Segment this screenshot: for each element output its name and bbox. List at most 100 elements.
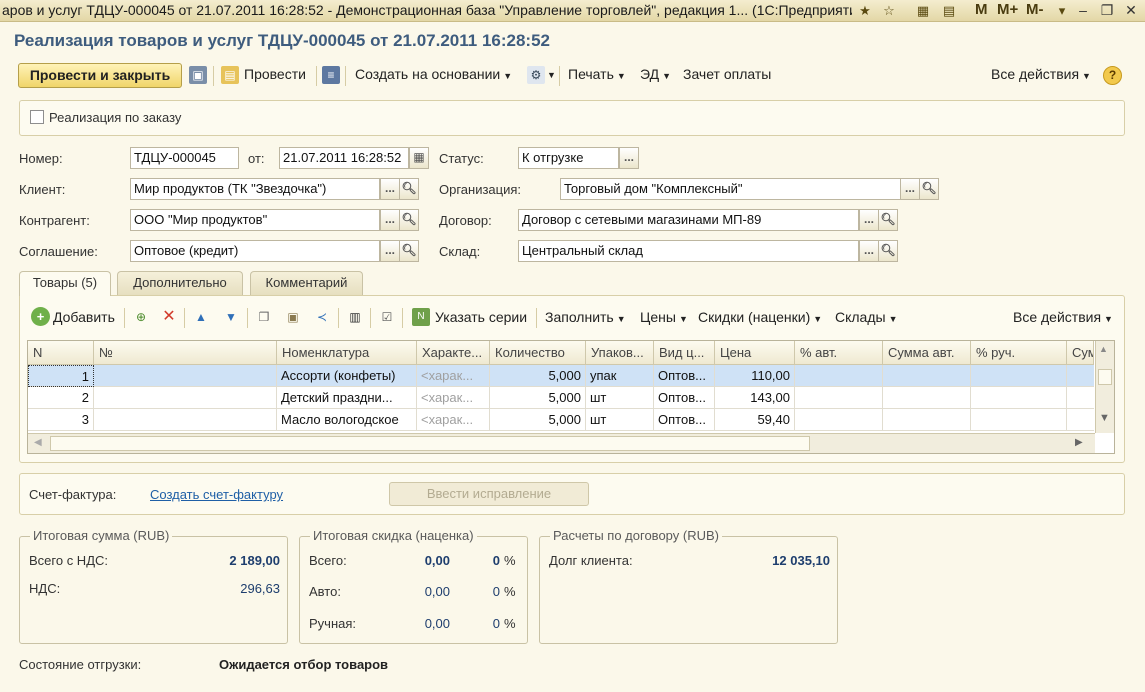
- row-code-cell[interactable]: [94, 387, 277, 409]
- save-icon[interactable]: ▣: [189, 66, 207, 84]
- row-nomenclature-cell[interactable]: Масло вологодское: [277, 409, 417, 431]
- prices-button[interactable]: Цены ▼: [640, 309, 688, 325]
- post-and-close-button[interactable]: Провести и закрыть: [18, 63, 182, 88]
- row-auto-pct-cell[interactable]: [795, 387, 883, 409]
- number-field[interactable]: ТДЦУ-000045: [130, 147, 239, 169]
- row-package-cell[interactable]: шт: [586, 409, 654, 431]
- row-auto-sum-cell[interactable]: [883, 409, 971, 431]
- create-invoice-link[interactable]: Создать счет-фактуру: [150, 487, 283, 502]
- vertical-scrollbar[interactable]: ▲ ▼: [1095, 341, 1114, 433]
- date-field[interactable]: 21.07.2011 16:28:52: [279, 147, 409, 169]
- row-manual-pct-cell[interactable]: [971, 387, 1067, 409]
- table-row[interactable]: 1 Ассорти (конфеты) <харак... 5,000 упак…: [28, 365, 1094, 387]
- column-header-quantity[interactable]: Количество: [490, 341, 586, 365]
- agreement-field[interactable]: Оптовое (кредит): [130, 240, 380, 262]
- move-down-icon[interactable]: ▼: [222, 308, 240, 326]
- create-based-on-button[interactable]: Создать на основании ▼: [355, 66, 512, 82]
- row-number-cell[interactable]: 3: [28, 409, 94, 431]
- status-field[interactable]: К отгрузке: [518, 147, 619, 169]
- row-auto-pct-cell[interactable]: [795, 365, 883, 387]
- delete-icon[interactable]: ✕: [160, 308, 178, 326]
- chevron-down-icon[interactable]: ▼: [547, 70, 556, 80]
- help-icon[interactable]: ?: [1103, 66, 1122, 85]
- scroll-left-icon[interactable]: ◀: [34, 437, 42, 448]
- scroll-up-icon[interactable]: ▲: [1099, 344, 1108, 354]
- column-header-auto-pct[interactable]: % авт.: [795, 341, 883, 365]
- hscrollbar-thumb[interactable]: [50, 436, 810, 451]
- warehouses-button[interactable]: Склады ▼: [835, 309, 898, 325]
- fill-button[interactable]: Заполнить ▼: [545, 309, 626, 325]
- row-quantity-cell[interactable]: 5,000: [490, 387, 586, 409]
- column-header-number[interactable]: №: [94, 341, 277, 365]
- client-field[interactable]: Мир продуктов (ТК "Звездочка"): [130, 178, 380, 200]
- column-header-price-type[interactable]: Вид ц...: [654, 341, 715, 365]
- memory-m-button[interactable]: M: [975, 1, 988, 18]
- history-icon[interactable]: ☆: [880, 2, 898, 20]
- search-icon[interactable]: 🔍︎: [919, 178, 939, 200]
- search-icon[interactable]: 🔍︎: [878, 240, 898, 262]
- contract-select-button[interactable]: ...: [859, 209, 879, 231]
- post-button[interactable]: Провести: [244, 66, 306, 82]
- search-icon[interactable]: 🔍︎: [878, 209, 898, 231]
- row-code-cell[interactable]: [94, 365, 277, 387]
- by-order-checkbox[interactable]: [30, 110, 44, 124]
- row-auto-sum-cell[interactable]: [883, 387, 971, 409]
- enter-correction-button[interactable]: Ввести исправление: [389, 482, 589, 506]
- row-nomenclature-cell[interactable]: Детский праздни...: [277, 387, 417, 409]
- column-header-auto-sum[interactable]: Сумма авт.: [883, 341, 971, 365]
- specify-series-button[interactable]: Указать серии: [435, 309, 527, 325]
- row-number-cell[interactable]: 1: [28, 365, 94, 387]
- row-number-cell[interactable]: 2: [28, 387, 94, 409]
- row-price-cell[interactable]: 143,00: [715, 387, 795, 409]
- warehouse-select-button[interactable]: ...: [859, 240, 879, 262]
- payment-offset-button[interactable]: Зачет оплаты: [683, 66, 771, 82]
- row-package-cell[interactable]: упак: [586, 365, 654, 387]
- pick-icon[interactable]: ☑: [378, 308, 396, 326]
- column-header-price[interactable]: Цена: [715, 341, 795, 365]
- horizontal-scrollbar[interactable]: ◀ ▶: [28, 433, 1095, 453]
- tab-additional[interactable]: Дополнительно: [117, 271, 243, 295]
- client-select-button[interactable]: ...: [380, 178, 400, 200]
- row-characteristic-cell[interactable]: <харак...: [417, 409, 490, 431]
- counterparty-field[interactable]: ООО "Мир продуктов": [130, 209, 380, 231]
- column-header-package[interactable]: Упаков...: [586, 341, 654, 365]
- scroll-down-icon[interactable]: ▼: [1099, 412, 1110, 424]
- dropdown-icon[interactable]: ▾: [1053, 2, 1071, 20]
- table-all-actions-button[interactable]: Все действия ▼: [1013, 309, 1113, 325]
- add-icon[interactable]: +: [31, 307, 50, 326]
- row-auto-pct-cell[interactable]: [795, 409, 883, 431]
- favorite-icon[interactable]: ★: [856, 2, 874, 20]
- row-manual-pct-cell[interactable]: [971, 365, 1067, 387]
- scroll-right-icon[interactable]: ▶: [1075, 437, 1083, 448]
- column-header-manual-sum[interactable]: Сум: [1067, 341, 1094, 365]
- split-icon[interactable]: ≺: [313, 308, 331, 326]
- column-header-characteristic[interactable]: Характе...: [417, 341, 490, 365]
- row-price-cell[interactable]: 110,00: [715, 365, 795, 387]
- agreement-select-button[interactable]: ...: [380, 240, 400, 262]
- tab-goods[interactable]: Товары (5): [19, 271, 111, 296]
- table-row[interactable]: 2 Детский праздни... <харак... 5,000 шт …: [28, 387, 1094, 409]
- table-row[interactable]: 3 Масло вологодское <харак... 5,000 шт О…: [28, 409, 1094, 431]
- row-price-type-cell[interactable]: Оптов...: [654, 409, 715, 431]
- goods-table[interactable]: N № Номенклатура Характе... Количество У…: [27, 340, 1115, 454]
- row-package-cell[interactable]: шт: [586, 387, 654, 409]
- row-manual-pct-cell[interactable]: [971, 409, 1067, 431]
- calendar-icon[interactable]: ▤: [940, 2, 958, 20]
- memory-minus-button[interactable]: M-: [1026, 1, 1044, 18]
- row-characteristic-cell[interactable]: <харак...: [417, 365, 490, 387]
- row-nomenclature-cell[interactable]: Ассорти (конфеты): [277, 365, 417, 387]
- all-actions-button[interactable]: Все действия ▼: [991, 66, 1091, 82]
- scrollbar-thumb[interactable]: [1098, 369, 1112, 385]
- structure-icon[interactable]: ⚙: [527, 66, 545, 84]
- memory-plus-button[interactable]: M+: [997, 1, 1018, 18]
- tab-comment[interactable]: Комментарий: [250, 271, 363, 295]
- search-icon[interactable]: 🔍︎: [399, 209, 419, 231]
- calendar-icon[interactable]: ▦: [409, 147, 429, 169]
- ed-button[interactable]: ЭД ▼: [640, 66, 671, 82]
- row-price-type-cell[interactable]: Оптов...: [654, 387, 715, 409]
- copy-add-icon[interactable]: ⊕: [132, 308, 150, 326]
- column-header-nomenclature[interactable]: Номенклатура: [277, 341, 417, 365]
- paste-icon[interactable]: ▣: [284, 308, 302, 326]
- minimize-button[interactable]: –: [1073, 2, 1093, 20]
- barcode-icon[interactable]: ▥: [346, 308, 364, 326]
